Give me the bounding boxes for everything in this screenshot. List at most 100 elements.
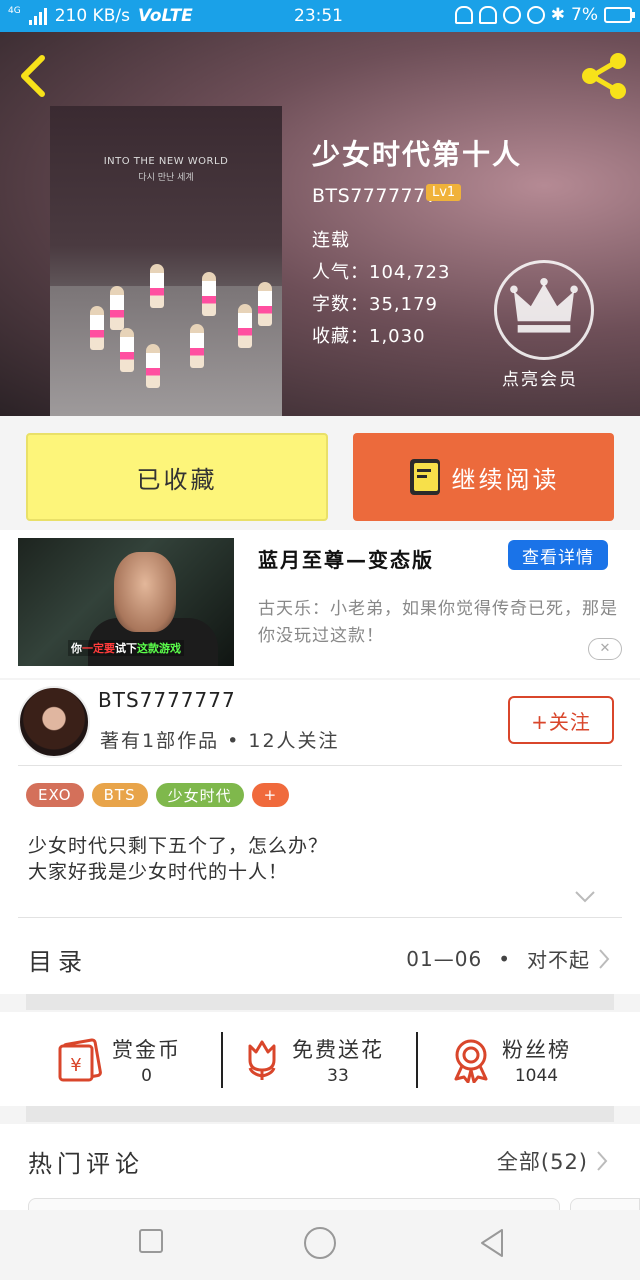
reward-label: 粉丝榜 bbox=[502, 1038, 571, 1062]
cover-figure bbox=[90, 306, 104, 350]
ad-caption: 你一定要试下这款游戏 bbox=[68, 640, 184, 656]
chevron-down-icon[interactable] bbox=[574, 890, 596, 904]
back-arrow-icon[interactable] bbox=[14, 54, 54, 98]
tags-description-section: EXO BTS 少女时代 + 少女时代只剩下五个了，怎么办？ 大家好我是少女时代… bbox=[0, 766, 640, 922]
ad-caption-part: 一定要 bbox=[82, 642, 115, 655]
cover-figure bbox=[120, 328, 134, 372]
signal-icon bbox=[28, 7, 47, 25]
share-icon[interactable] bbox=[578, 50, 630, 102]
cover-title-en: INTO THE NEW WORLD bbox=[103, 156, 229, 167]
book-icon bbox=[409, 459, 440, 495]
cover-title-ko: 다시 만난 세계 bbox=[138, 173, 194, 183]
tag-exo[interactable]: EXO bbox=[26, 783, 84, 807]
alarm-icon bbox=[526, 6, 545, 24]
status-right: ✱ 7% bbox=[454, 5, 635, 25]
cover-figure bbox=[110, 286, 124, 330]
section-separator bbox=[26, 1106, 614, 1122]
chevron-right-icon bbox=[599, 948, 610, 969]
reward-flowers[interactable]: 免费送花 33 bbox=[242, 1030, 384, 1090]
latest-chapter[interactable]: 01—06 • 对不起 bbox=[406, 944, 610, 973]
add-tag-button[interactable]: + bbox=[251, 783, 290, 807]
divider bbox=[416, 1032, 418, 1088]
cover-figure bbox=[150, 264, 164, 308]
bell-off-icon bbox=[478, 6, 497, 24]
book-header: INTO THE NEW WORLD 다시 만난 세계 少女时代第十人 BTS7… bbox=[0, 32, 640, 416]
book-word-count: 字数：35,179 bbox=[312, 294, 438, 315]
red-envelope-yen-icon: ¥ bbox=[58, 1038, 102, 1082]
latest-chapter-range: 01—06 bbox=[406, 946, 483, 971]
author-avatar[interactable] bbox=[18, 686, 90, 758]
tag-snsd[interactable]: 少女时代 bbox=[155, 783, 244, 807]
reward-coins[interactable]: ¥ 赏金币 0 bbox=[56, 1030, 181, 1090]
table-of-contents-row[interactable]: 目录 01—06 • 对不起 bbox=[0, 920, 640, 994]
svg-text:¥: ¥ bbox=[70, 1055, 81, 1076]
hot-comments-section: 热门评论 全部(52) bbox=[0, 1124, 640, 1212]
follow-button[interactable]: +关注 bbox=[508, 696, 614, 744]
author-name[interactable]: BTS7777777 bbox=[98, 688, 236, 712]
latest-chapter-title: 对不起 bbox=[527, 948, 590, 972]
book-cover[interactable]: INTO THE NEW WORLD 다시 만난 세계 bbox=[50, 106, 282, 416]
reward-value: 1044 bbox=[514, 1066, 559, 1086]
cover-figure bbox=[146, 344, 160, 388]
all-comments-link[interactable]: 全部(52) bbox=[497, 1146, 608, 1176]
author-summary: 著有1部作品 • 12人关注 bbox=[100, 730, 340, 752]
ad-image[interactable]: 你一定要试下这款游戏 bbox=[18, 538, 234, 666]
clock: 23:51 bbox=[294, 6, 343, 26]
ad-title[interactable]: 蓝月至尊—变态版 bbox=[258, 544, 434, 573]
ad-caption-part: 你 bbox=[71, 642, 82, 655]
description-line: 少女时代只剩下五个了，怎么办？ bbox=[28, 835, 329, 857]
ad-figure-face bbox=[114, 552, 176, 632]
ad-close-icon[interactable]: ✕ bbox=[588, 638, 622, 660]
all-comments-label: 全部(52) bbox=[496, 1150, 588, 1174]
ad-caption-part: 试下 bbox=[115, 642, 137, 655]
reward-fans-ranking[interactable]: 粉丝榜 1044 bbox=[450, 1030, 571, 1090]
ad-banner[interactable]: 你一定要试下这款游戏 蓝月至尊—变态版 查看详情 古天乐：小老弟，如果你觉得传奇… bbox=[0, 530, 640, 678]
home-icon[interactable] bbox=[303, 1226, 337, 1260]
ad-caption-part: 这款游戏 bbox=[137, 642, 181, 655]
reward-label: 免费送花 bbox=[292, 1038, 384, 1062]
cover-figure bbox=[202, 272, 216, 316]
tag-bts[interactable]: BTS bbox=[91, 783, 148, 807]
continue-reading-label: 继续阅读 bbox=[451, 465, 560, 494]
headphones-icon bbox=[454, 6, 473, 24]
separator-dot: • bbox=[498, 946, 511, 971]
level-badge: Lv1 bbox=[426, 184, 462, 201]
description-line: 大家好我是少女时代的十人！ bbox=[28, 861, 289, 883]
book-author[interactable]: BTS7777777 bbox=[312, 185, 438, 207]
book-description: 少女时代只剩下五个了，怎么办？ 大家好我是少女时代的十人！ bbox=[28, 833, 328, 885]
book-popularity: 人气：104,723 bbox=[312, 262, 451, 283]
back-nav-icon[interactable] bbox=[478, 1228, 506, 1258]
cover-figure bbox=[258, 282, 272, 326]
status-left: 4G 210 KB/s VoLTE bbox=[8, 6, 193, 26]
crown-icon bbox=[510, 278, 578, 333]
reward-label: 赏金币 bbox=[112, 1038, 181, 1062]
collected-button[interactable]: 已收藏 bbox=[26, 433, 328, 521]
continue-reading-button[interactable]: 继续阅读 bbox=[353, 433, 614, 521]
flower-icon bbox=[248, 1040, 276, 1080]
ad-details-button[interactable]: 查看详情 bbox=[508, 540, 608, 570]
rewards-row: ¥ 赏金币 0 免费送花 33 粉丝榜 1044 bbox=[0, 1012, 640, 1106]
cover-figure bbox=[238, 304, 252, 348]
reward-text: 粉丝榜 1044 bbox=[502, 1034, 571, 1086]
hot-comments-label: 热门评论 bbox=[28, 1150, 144, 1178]
reward-text: 免费送花 33 bbox=[292, 1034, 384, 1086]
recent-apps-icon[interactable] bbox=[138, 1228, 164, 1254]
divider bbox=[221, 1032, 223, 1088]
medal-icon bbox=[454, 1039, 488, 1083]
lock-rotation-icon bbox=[502, 6, 521, 24]
reward-value: 0 bbox=[141, 1066, 152, 1086]
battery-charging-icon bbox=[604, 7, 635, 23]
book-favorites: 收藏：1,030 bbox=[312, 326, 426, 347]
collected-label: 已收藏 bbox=[136, 465, 218, 494]
status-bar: 4G 210 KB/s VoLTE 23:51 ✱ 7% bbox=[0, 0, 640, 32]
vip-label[interactable]: 点亮会员 bbox=[502, 365, 578, 390]
volte-label: VoLTE bbox=[137, 6, 193, 26]
cover-figure bbox=[190, 324, 204, 368]
toc-label: 目录 bbox=[28, 948, 88, 976]
bluetooth-icon: ✱ bbox=[550, 5, 566, 25]
tag-list: EXO BTS 少女时代 + bbox=[26, 783, 290, 807]
vip-badge[interactable] bbox=[494, 260, 594, 360]
author-row: BTS7777777 著有1部作品 • 12人关注 +关注 bbox=[0, 680, 640, 766]
divider bbox=[18, 917, 622, 918]
reward-text: 赏金币 0 bbox=[112, 1034, 181, 1086]
